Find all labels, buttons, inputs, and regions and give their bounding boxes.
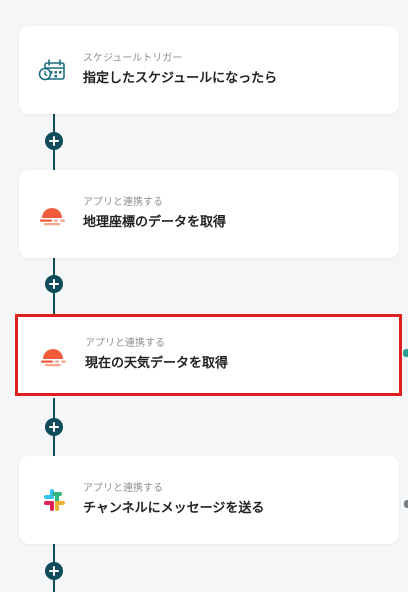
step-title: 地理座標のデータを取得: [83, 215, 227, 230]
step-title: 現在の天気データを取得: [85, 356, 229, 371]
flow-canvas: スケジュールトリガー 指定したスケジュールになったら アプリと連携する 地理座標…: [0, 0, 408, 592]
flow-step-card[interactable]: スケジュールトリガー 指定したスケジュールになったら: [19, 26, 399, 114]
connection-handle[interactable]: [403, 349, 408, 357]
step-type-label: スケジュールトリガー: [83, 53, 183, 64]
plus-icon: [49, 136, 59, 146]
step-type-label: アプリと連携する: [85, 338, 165, 349]
step-type-label: アプリと連携する: [83, 197, 163, 208]
step-title: 指定したスケジュールになったら: [83, 71, 278, 86]
add-step-button[interactable]: [45, 132, 63, 150]
plus-icon: [49, 279, 59, 289]
connection-handle[interactable]: [404, 500, 408, 508]
weather-app-icon: [40, 208, 65, 226]
slack-icon: [44, 489, 65, 511]
weather-app-icon: [41, 349, 66, 367]
add-step-button[interactable]: [45, 562, 63, 580]
flow-step-card[interactable]: アプリと連携する 地理座標のデータを取得: [19, 170, 399, 258]
calendar-clock-icon: [38, 59, 65, 81]
add-step-button[interactable]: [45, 275, 63, 293]
plus-icon: [49, 566, 59, 576]
flow-step-card[interactable]: アプリと連携する チャンネルにメッセージを送る: [19, 456, 399, 544]
add-step-button[interactable]: [45, 418, 63, 436]
step-title: チャンネルにメッセージを送る: [83, 501, 265, 516]
step-type-label: アプリと連携する: [83, 483, 163, 494]
plus-icon: [49, 422, 59, 432]
flow-step-card-selected[interactable]: アプリと連携する 現在の天気データを取得: [15, 314, 402, 396]
